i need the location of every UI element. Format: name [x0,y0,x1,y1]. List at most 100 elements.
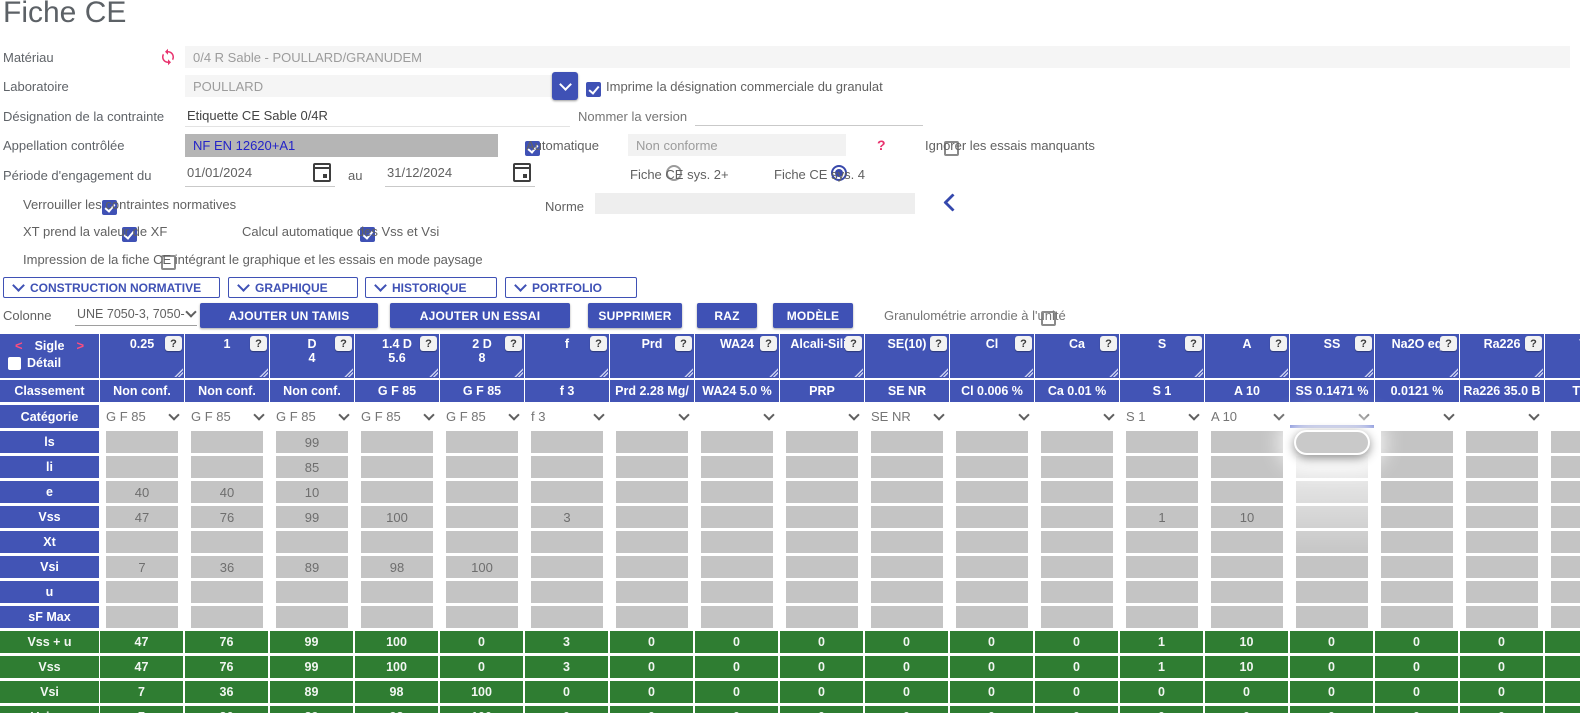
column-header-17[interactable]: Ra226? [1460,334,1544,378]
value-cell-input[interactable] [1381,606,1453,628]
value-cell-input[interactable] [1211,581,1283,603]
value-cell-input[interactable] [1041,606,1113,628]
column-header-7[interactable]: Prd? [610,334,694,378]
value-cell-input[interactable] [701,556,773,578]
value-cell-input[interactable] [1211,606,1283,628]
value-cell[interactable]: 40 [100,481,184,503]
value-cell-input[interactable] [1126,556,1198,578]
value-cell[interactable] [695,556,779,578]
column-resize-handle[interactable] [1109,368,1118,377]
value-cell[interactable] [185,581,269,603]
ajouter-tamis-button[interactable]: AJOUTER UN TAMIS [200,303,378,328]
value-cell-input[interactable] [616,531,688,553]
value-cell[interactable] [1035,431,1119,453]
column-help-button[interactable]: ? [1355,336,1372,351]
value-cell-input[interactable] [1381,481,1453,503]
value-cell[interactable] [440,431,524,453]
value-cell-input[interactable] [1211,556,1283,578]
column-header-6[interactable]: f? [525,334,609,378]
categorie-select[interactable] [1460,405,1544,428]
value-cell[interactable] [1290,531,1374,553]
value-cell-input[interactable]: 40 [191,481,263,503]
value-cell-input[interactable] [1551,556,1580,578]
column-resize-handle[interactable] [344,368,353,377]
value-cell-input[interactable]: 40 [106,481,178,503]
value-cell-input[interactable] [1551,506,1580,528]
value-cell-input[interactable] [1381,506,1453,528]
column-header-14[interactable]: A? [1205,334,1289,378]
column-header-1[interactable]: 0.25? [100,334,184,378]
value-cell[interactable] [1545,606,1580,628]
value-cell-input[interactable] [531,556,603,578]
column-help-button[interactable]: ? [1270,336,1287,351]
value-cell-input[interactable] [446,431,518,453]
value-cell-input[interactable] [1551,456,1580,478]
column-resize-handle[interactable] [1449,368,1458,377]
value-cell[interactable] [440,506,524,528]
column-header-8[interactable]: WA24? [695,334,779,378]
value-cell[interactable]: 3 [525,506,609,528]
value-cell-input[interactable] [361,431,433,453]
value-cell[interactable] [1290,481,1374,503]
column-resize-handle[interactable] [854,368,863,377]
value-cell-input[interactable] [106,606,178,628]
value-cell-input[interactable]: 76 [191,506,263,528]
value-cell[interactable]: 99 [270,431,354,453]
column-help-button[interactable]: ? [335,336,352,351]
value-cell[interactable] [695,531,779,553]
value-cell[interactable] [270,606,354,628]
value-cell[interactable] [525,606,609,628]
column-header-18[interactable]: Th? [1545,334,1580,378]
categorie-select[interactable] [950,405,1034,428]
value-cell-input[interactable] [1466,431,1538,453]
value-cell[interactable] [780,506,864,528]
value-cell[interactable] [100,431,184,453]
value-cell-input[interactable]: 99 [276,431,348,453]
value-cell-input[interactable]: 3 [531,506,603,528]
calendar-icon[interactable] [513,163,531,182]
value-cell-input[interactable] [871,481,943,503]
column-help-button[interactable]: ? [675,336,692,351]
value-cell[interactable] [1205,456,1289,478]
value-cell-input[interactable] [701,431,773,453]
value-cell[interactable] [950,506,1034,528]
value-cell[interactable]: 7 [100,556,184,578]
value-cell[interactable] [525,481,609,503]
value-cell[interactable] [1375,456,1459,478]
laboratoire-dropdown-button[interactable] [552,72,578,100]
value-cell-input[interactable]: 89 [276,556,348,578]
value-cell-input[interactable] [1466,506,1538,528]
value-cell-input[interactable] [1126,581,1198,603]
value-cell-input[interactable] [361,481,433,503]
value-cell-input[interactable] [106,431,178,453]
value-cell[interactable] [1375,581,1459,603]
value-cell-input[interactable] [871,456,943,478]
value-cell[interactable] [1120,481,1204,503]
value-cell[interactable] [1035,506,1119,528]
value-cell-input[interactable] [1041,556,1113,578]
value-cell-input[interactable] [1041,531,1113,553]
value-cell[interactable]: 40 [185,481,269,503]
value-cell[interactable] [610,581,694,603]
value-cell-input[interactable] [1296,481,1368,503]
value-cell-input[interactable] [786,606,858,628]
section-construction-normative[interactable]: CONSTRUCTION NORMATIVE [3,277,220,298]
value-cell-input[interactable] [191,531,263,553]
categorie-select[interactable]: G F 85 [355,405,439,428]
value-cell-input[interactable] [1041,431,1113,453]
value-cell-input[interactable] [106,581,178,603]
column-help-button[interactable]: ? [1440,336,1457,351]
calendar-icon[interactable] [313,163,331,182]
value-cell[interactable] [1205,581,1289,603]
value-cell-input[interactable]: 85 [276,456,348,478]
column-header-12[interactable]: Ca? [1035,334,1119,378]
value-cell[interactable] [1035,606,1119,628]
column-help-button[interactable]: ? [760,336,777,351]
value-cell-input[interactable] [786,456,858,478]
value-cell[interactable] [1545,456,1580,478]
section-graphique[interactable]: GRAPHIQUE [228,277,358,298]
column-help-button[interactable]: ? [930,336,947,351]
value-cell-input[interactable]: 100 [361,506,433,528]
column-resize-handle[interactable] [429,368,438,377]
value-cell[interactable] [355,431,439,453]
